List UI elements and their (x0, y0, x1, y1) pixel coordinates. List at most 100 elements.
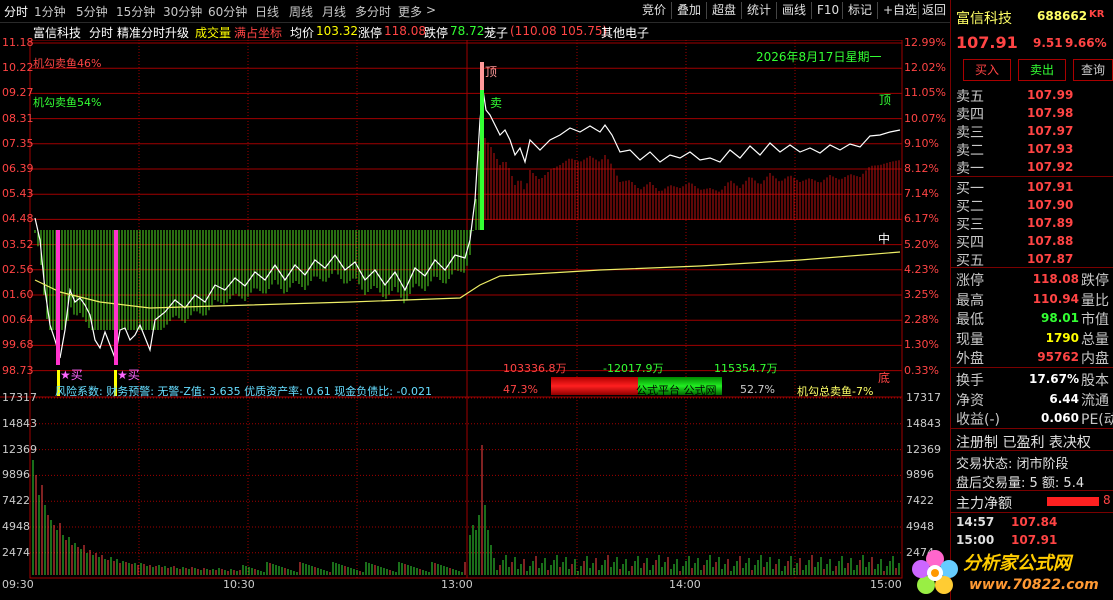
bid-price[interactable]: 107.89 (1027, 216, 1073, 230)
time-axis-label: 10:30 (223, 578, 255, 591)
stat-label-2: 流通 (1081, 392, 1109, 409)
stat-label-2: 量比 (1081, 292, 1109, 309)
volume-axis-label: 9896 (906, 468, 934, 482)
limit-down-label: 跌停 (424, 26, 449, 40)
tick-price: 107.84 (1011, 515, 1058, 529)
price-axis-label: 11.18 (2, 36, 34, 49)
tab-monthly[interactable]: 月线 (322, 3, 346, 20)
add-watchlist-button[interactable]: +自选 (883, 2, 917, 19)
stat-label: 现量 (956, 331, 984, 348)
stat-value: 98.01 (1041, 311, 1079, 325)
main-flow-value: 8 (1103, 493, 1111, 507)
tab-15min[interactable]: 15分钟 (116, 3, 155, 20)
super-button[interactable]: 超盘 (712, 2, 736, 19)
volume-axis-label: 4948 (2, 520, 30, 533)
pct-axis-label: 10.07% (904, 111, 946, 125)
ask-price[interactable]: 107.99 (1027, 88, 1073, 102)
mark-button[interactable]: 标记 (848, 2, 872, 19)
price-axis-label: 02.56 (2, 262, 34, 276)
price-change: 9.51 (1033, 36, 1063, 50)
sector-name[interactable]: 其他电子 (601, 24, 649, 41)
current-price: 107.91 (956, 33, 1018, 52)
logo-text: 分析家公式网 (963, 553, 1071, 574)
volume-label: 成交量 (195, 26, 232, 40)
pct-axis-label: 4.23% (904, 262, 939, 276)
sell-signal-bar (480, 90, 484, 230)
logo-url: www.70822.com (969, 577, 1099, 593)
bottom-signal: 底 (878, 371, 891, 385)
f10-button[interactable]: F10 (817, 2, 839, 19)
stat-label-2: 跌停 (1081, 273, 1109, 289)
indicator-name[interactable]: 精准分时升级 (117, 24, 189, 41)
auction-button[interactable]: 竞价 (642, 2, 666, 19)
mid-signal: 中 (878, 232, 891, 246)
flower-logo-icon (912, 550, 958, 594)
logo: 分析家公式网 www.70822.com (905, 545, 1113, 600)
bar-right-text: 机勾总卖鱼-7% (797, 385, 874, 398)
limit-up-label: 涨停 (358, 26, 383, 40)
volume-axis-label: 14843 (906, 416, 941, 430)
tab-multi-intraday[interactable]: 多分时 (355, 3, 391, 20)
tab-daily[interactable]: 日线 (255, 3, 279, 20)
stat-value: 6.44 (1049, 391, 1079, 406)
tab-weekly[interactable]: 周线 (289, 3, 313, 20)
time-axis-label: 09:30 (2, 578, 34, 591)
pct-axis-label: 12.99% (904, 36, 946, 49)
indicator-info-bar: 富信科技 分时 精准分时升级 成交量 满占坐标 均价 103.32 涨停 118… (0, 22, 950, 40)
price-axis-label: 01.60 (2, 288, 34, 301)
bar-pct: 52.7% (740, 383, 775, 396)
draw-line-button[interactable]: 画线 (782, 2, 806, 19)
sell-button[interactable]: 卖出 (1018, 59, 1066, 81)
buy-button[interactable]: 买入 (963, 59, 1011, 81)
ask-price[interactable]: 107.98 (1027, 106, 1073, 120)
bid-label: 买四 (956, 235, 984, 251)
price-axis-label: 10.22 (2, 61, 34, 75)
trade-state: 交易状态: 闭市阶段 (956, 457, 1069, 472)
volume-axis-label: 12369 (2, 442, 37, 456)
stat-value: 17.67% (1029, 372, 1079, 386)
pct-left: 47.3% (503, 383, 538, 396)
tab-intraday[interactable]: 分时 (4, 3, 28, 20)
bid-label: 买一 (956, 181, 984, 197)
dragon-label: 茏子 (484, 26, 509, 40)
bid-price[interactable]: 107.87 (1027, 252, 1073, 266)
pct-axis-label: 7.14% (904, 187, 939, 201)
bar-mid-text: 公式平台 公式网 (636, 384, 717, 397)
after-hours-volume: 盘后交易量: 5 额: 5.4 (956, 476, 1085, 491)
tab-30min[interactable]: 30分钟 (163, 3, 202, 20)
stat-value: 110.94 (1032, 291, 1079, 306)
tab-60min[interactable]: 60分钟 (208, 3, 247, 20)
intraday-chart[interactable]: 11.18 10.22 09.27 08.31 07.35 06.39 05.43 04.48… (0, 36, 950, 600)
pct-axis-label: 12.02% (904, 61, 946, 75)
bid-price[interactable]: 107.91 (1027, 180, 1073, 194)
ask-price[interactable]: 107.92 (1027, 160, 1073, 174)
bid-price[interactable]: 107.88 (1027, 234, 1073, 248)
stat-value: 95762 (1037, 350, 1079, 364)
price-axis-label: 08.31 (2, 111, 34, 125)
bid-price[interactable]: 107.90 (1027, 198, 1073, 212)
stock-name: 富信科技 (33, 26, 82, 40)
chart-canvas[interactable] (0, 40, 950, 600)
ask-price[interactable]: 107.97 (1027, 124, 1073, 138)
chart-date: 2026年8月17日星期一 (756, 50, 882, 64)
sell-signal: 卖 (490, 96, 503, 110)
tab-more[interactable]: 更多 (398, 3, 422, 20)
ask-label: 卖一 (956, 161, 984, 177)
overlay-button[interactable]: 叠加 (677, 2, 701, 19)
price-axis-label: 09.27 (2, 86, 34, 100)
pct-axis-label: 3.25% (904, 288, 939, 301)
stat-label: 最低 (956, 312, 984, 328)
tab-5min[interactable]: 5分钟 (76, 3, 108, 20)
top-menu-bar: 分时 1分钟 5分钟 15分钟 30分钟 60分钟 日线 周线 月线 多分时 更… (0, 0, 1113, 23)
query-button[interactable]: 查询 (1073, 59, 1113, 81)
panel-stock-code: 688662 (1037, 9, 1088, 23)
more-arrow-icon[interactable]: > (426, 3, 436, 17)
volume-axis-label: 9896 (2, 468, 30, 482)
stats-button[interactable]: 统计 (747, 2, 771, 19)
volume-axis-label: 4948 (906, 520, 934, 533)
time-axis-label: 14:00 (669, 578, 701, 591)
price-axis-label: 07.35 (2, 136, 34, 150)
tab-1min[interactable]: 1分钟 (34, 3, 66, 20)
ask-price[interactable]: 107.93 (1027, 142, 1073, 156)
back-button[interactable]: 返回 (922, 2, 946, 19)
